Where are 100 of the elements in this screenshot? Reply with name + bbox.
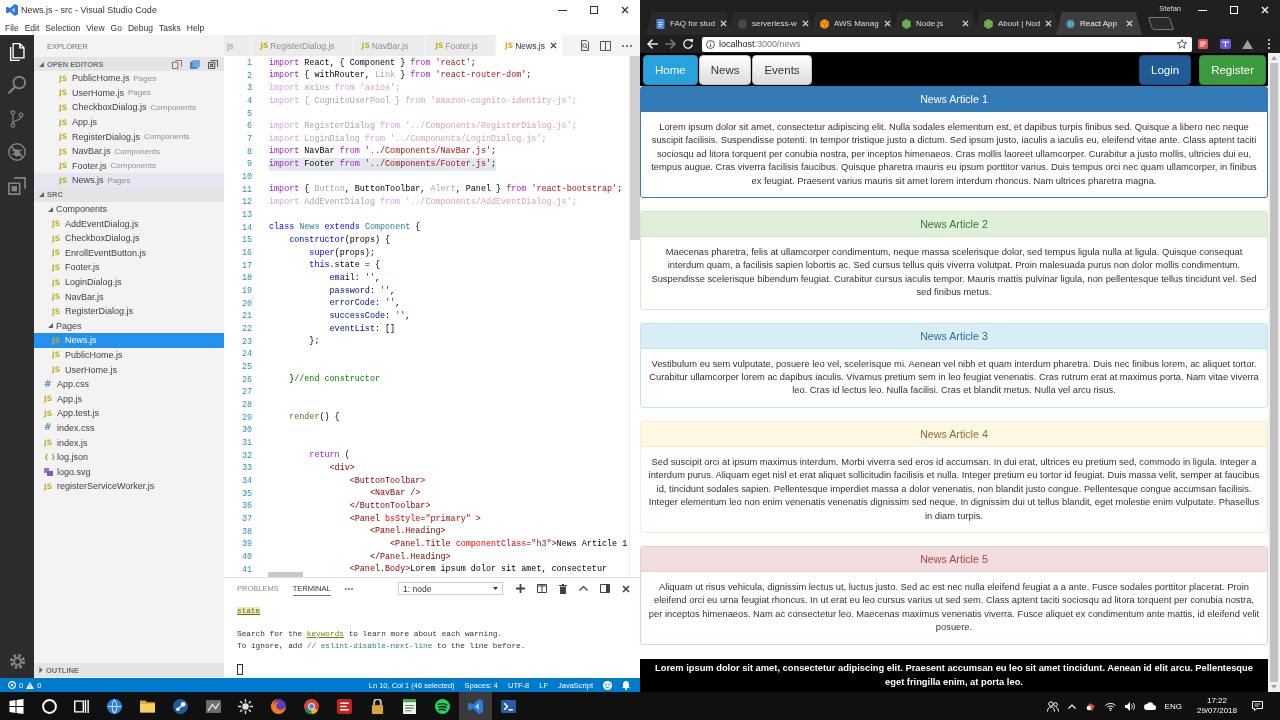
line-number: 18 — [241, 273, 252, 284]
chart-window-icon — [205, 698, 221, 714]
warning-icon[interactable] — [26, 681, 35, 689]
error-icon[interactable] — [8, 681, 16, 689]
caret-icon[interactable] — [39, 192, 44, 198]
split-icon[interactable] — [536, 584, 547, 593]
search-icon[interactable] — [8, 76, 26, 95]
caret-down-icon — [493, 587, 498, 590]
volume-icon[interactable] — [1124, 701, 1135, 711]
panel-heading: News Article 2 — [641, 212, 1267, 238]
star-icon[interactable] — [1177, 39, 1187, 49]
folder-icon — [140, 698, 156, 714]
folder-item[interactable]: Components — [34, 201, 224, 217]
hexagon-icon — [984, 18, 993, 29]
settings-icon[interactable] — [9, 653, 25, 669]
code-line: import LoginDialog from '../Components/LoginDialog.js'; — [269, 132, 547, 146]
minimize-icon[interactable] — [558, 9, 567, 11]
clock-time[interactable]: 17:22 — [1206, 696, 1227, 706]
article-text: Vestibulum eu sem vulputate, posuere leo vel, scelerisque mi. Aenean vel nibh et quam interdum pharetra. Duis nec finibus lorem, ac aliquet tortor. Curabitur ullamcorper lorem ac dapibus iaculis. Vivamus pretium sem in leo feugiat venenatis. Cras rutrum erat at maximus porta. Nam vitae viverra leo. Cras id lectus leo. Nulla facilisi. Cras et blandit metus. Nulla vel arcu risus. — [648, 357, 1260, 398]
close-icon[interactable] — [621, 584, 630, 593]
back-icon[interactable] — [646, 39, 658, 49]
menu-item[interactable]: Tasks — [159, 22, 181, 33]
address-bar[interactable]: localhost:3000/news — [702, 36, 1192, 52]
new-tab-button[interactable] — [1147, 17, 1175, 30]
code-line: import RegisterDialog from '../Components/RegisterDialog.js'; — [269, 119, 577, 133]
text-cursor — [237, 663, 243, 675]
trash-icon[interactable] — [558, 583, 567, 594]
wifi-icon[interactable] — [1104, 701, 1116, 711]
menu-item[interactable]: Help — [186, 22, 205, 33]
more-icon[interactable] — [621, 44, 632, 47]
caret-icon[interactable] — [39, 61, 44, 67]
stacked-squares-icon[interactable] — [190, 59, 200, 69]
tree-item[interactable]: # index.css — [34, 420, 224, 436]
menu-item[interactable]: File — [5, 22, 19, 33]
files-icon[interactable] — [8, 42, 26, 61]
cube-icon — [820, 18, 829, 29]
documents-icon[interactable] — [172, 59, 182, 69]
menu-item[interactable]: Selection — [45, 22, 81, 33]
navbar-button[interactable]: Register — [1199, 54, 1266, 85]
caret-icon[interactable] — [39, 667, 43, 673]
tree-item[interactable]: logo.svg — [34, 464, 224, 480]
navbar-button[interactable]: Login — [1139, 54, 1192, 85]
menu-item[interactable]: Go — [110, 22, 122, 33]
language-indicator[interactable]: ENG — [1164, 701, 1182, 711]
code-line: <ButtonToolbar> — [349, 474, 426, 488]
browser-tab[interactable]: FAQ for stud — [646, 12, 732, 35]
close-icon[interactable] — [549, 42, 557, 49]
code-line: render() { — [289, 411, 340, 424]
code-line: super(props); — [309, 246, 375, 260]
panel-layout-icon[interactable] — [599, 584, 610, 593]
chevron-up-icon[interactable] — [579, 586, 588, 591]
menu-item[interactable]: View — [86, 22, 105, 33]
browser-tab[interactable]: About | Nod — [974, 12, 1060, 35]
task-view-icon — [74, 698, 90, 714]
navbar-button[interactable]: Events — [752, 54, 812, 85]
clock-date[interactable]: 29/07/2018 — [1196, 706, 1237, 716]
triangle-icon[interactable] — [1241, 39, 1253, 49]
line-number: 39 — [241, 539, 252, 550]
plus-icon[interactable] — [516, 584, 525, 593]
folder-item[interactable]: Pages — [34, 318, 224, 334]
scrollbar-thumb[interactable] — [1270, 63, 1278, 682]
lock-icon — [369, 698, 385, 714]
close-all-icon[interactable] — [208, 59, 218, 69]
line-number: 15 — [241, 235, 252, 246]
badge-extension-icon[interactable] — [1219, 39, 1231, 49]
waves-circle-icon — [435, 698, 451, 714]
browser-tab[interactable]: AWS Manag — [810, 12, 896, 35]
bug-icon[interactable] — [8, 143, 26, 162]
terminal-select[interactable]: 1: node — [398, 582, 503, 595]
notification-icon[interactable] — [1252, 701, 1263, 711]
bell-icon[interactable] — [622, 680, 630, 690]
code-line: constructor(props) { — [289, 233, 391, 247]
browser-tab[interactable]: Node.js — [892, 12, 978, 35]
cloud-icon[interactable] — [1143, 702, 1156, 710]
blocks-icon[interactable] — [8, 176, 26, 195]
caret-icon[interactable] — [47, 206, 53, 212]
round-badge-icon[interactable] — [1084, 701, 1096, 711]
minimize-icon[interactable] — [1198, 9, 1207, 11]
navbar-button[interactable]: News — [698, 54, 752, 85]
line-number: 33 — [241, 463, 252, 474]
maximize-icon[interactable] — [589, 6, 598, 14]
close-icon[interactable] — [620, 6, 629, 14]
line-number: 27 — [241, 387, 252, 398]
people-icon[interactable] — [1046, 700, 1059, 712]
folder-hint: Components — [150, 103, 196, 112]
caret-icon[interactable] — [47, 323, 53, 329]
scrollbar-thumb[interactable] — [268, 572, 303, 577]
square-extension-icon[interactable] — [1198, 39, 1208, 49]
tree-item[interactable]: # App.css — [34, 376, 224, 392]
folder-hint: Pages — [133, 73, 157, 83]
reload-icon[interactable] — [683, 39, 693, 49]
split-editor-icon[interactable] — [600, 40, 611, 51]
menu-item[interactable]: Edit — [24, 22, 40, 33]
search-document-icon[interactable] — [579, 40, 590, 51]
browser-tab[interactable]: React App — [1056, 12, 1142, 35]
browser-tab[interactable]: serverless-w — [728, 12, 814, 35]
smiley-icon[interactable] — [603, 680, 612, 690]
branch-icon[interactable] — [8, 109, 26, 128]
menu-item[interactable]: Debug — [127, 22, 153, 33]
scrollbar-thumb[interactable] — [630, 56, 640, 240]
